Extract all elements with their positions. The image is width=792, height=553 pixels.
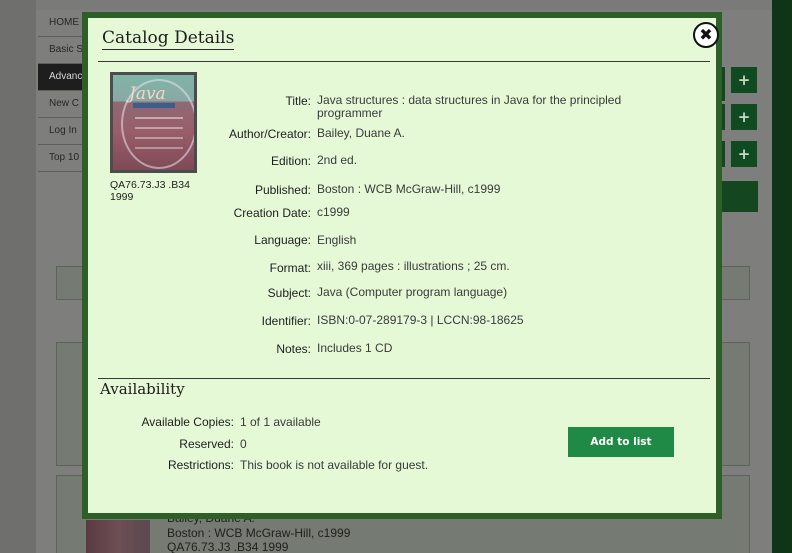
field-value-creation-date: c1999 [317,205,350,219]
nav-item-new[interactable]: New C [38,91,88,118]
divider [98,378,710,379]
field-label-notes: Notes: [276,342,311,356]
close-icon[interactable]: ✖ [693,22,719,48]
field-value-language: English [317,233,357,247]
reserved-label: Reserved: [179,437,234,451]
field-label-edition: Edition: [270,154,311,168]
left-margin [0,0,36,553]
field-value-identifier: ISBN:0-07-289179-3 | LCCN:98-18625 [317,313,524,327]
available-copies-value: 1 of 1 available [240,415,321,429]
book-cover-art: Java [113,75,194,170]
nav-item-log-in[interactable]: Log In [38,118,88,145]
right-margin [772,0,792,553]
divider [98,61,710,62]
add-plus-button[interactable]: + [731,141,757,167]
cover-subtitle-band [133,103,175,108]
book-cover-image: Java [110,72,197,173]
cover-text-lines [135,117,183,119]
result-published: Boston : WCB McGraw-Hill, c1999 [167,526,351,540]
nav-item-basic-search[interactable]: Basic S [38,37,88,64]
field-label-author: Author/Creator: [228,127,311,141]
nav-item-home[interactable]: HOME [38,10,88,37]
result-call-number: QA76.73.J3 .B34 1999 [167,540,289,553]
field-value-notes: Includes 1 CD [317,341,393,355]
field-label-identifier: Identifier: [261,314,311,328]
add-to-list-button[interactable]: Add to list [568,427,674,457]
field-value-subject: Java (Computer program language) [317,285,508,299]
search-button[interactable] [718,181,758,212]
field-value-format: xiii, 369 pages : illustrations ; 25 cm. [317,259,510,273]
field-label-title: Title: [285,94,311,108]
field-label-creation-date: Creation Date: [233,206,311,220]
nav-item-top-10[interactable]: Top 10 [38,145,88,172]
restrictions-value: This book is not available for guest. [240,458,429,472]
availability-heading: Availability [100,380,185,398]
field-value-author: Bailey, Duane A. [317,126,405,140]
add-plus-button[interactable]: + [731,104,757,130]
sidebar-nav: HOME Basic S Advanc New C Log In Top 10 [38,10,88,172]
nav-item-advanced-search[interactable]: Advanc [38,64,88,91]
modal-title: Catalog Details [102,28,235,50]
reserved-value: 0 [240,437,247,451]
top-bar [36,0,772,10]
result-cover-thumbnail[interactable] [86,520,150,553]
catalog-details-modal: ✖ Catalog Details Java QA76.73.J3 .B34 1… [82,12,722,519]
field-value-title: Java structures : data structures in Jav… [317,93,622,120]
field-label-format: Format: [269,261,311,275]
cover-title: Java [129,84,166,104]
field-label-published: Published: [254,183,311,197]
restrictions-label: Restrictions: [167,458,234,472]
available-copies-label: Available Copies: [141,415,234,429]
field-label-subject: Subject: [267,286,311,300]
add-plus-button[interactable]: + [731,67,757,93]
field-value-published: Boston : WCB McGraw-Hill, c1999 [317,182,501,196]
field-label-language: Language: [254,233,311,247]
field-value-edition: 2nd ed. [317,153,358,167]
